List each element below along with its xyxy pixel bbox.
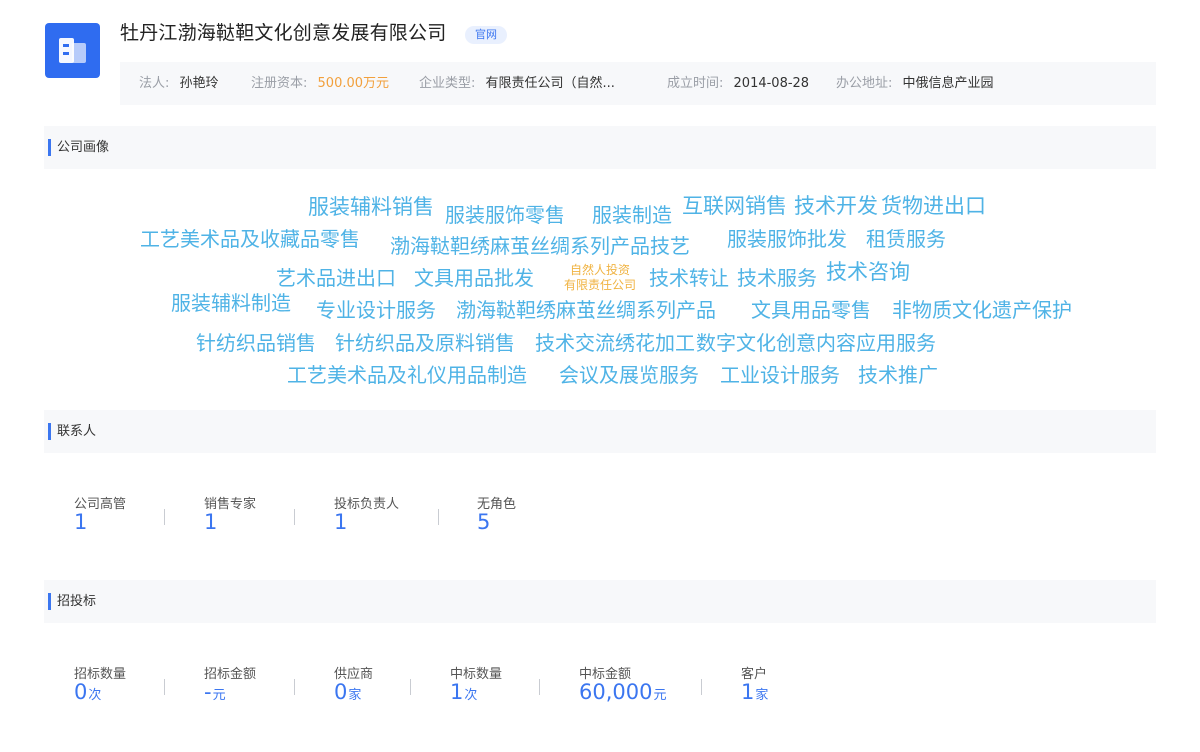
stat-value[interactable]: 0家 <box>334 680 361 704</box>
divider <box>294 679 295 695</box>
cloud-word[interactable]: 服装服饰批发 <box>727 223 847 252</box>
stat-value[interactable]: 5 <box>477 510 490 534</box>
section-bidding: 招投标 <box>44 580 1156 623</box>
stat-value[interactable]: -元 <box>204 680 226 704</box>
cloud-small-line2: 有限责任公司 <box>563 278 636 292</box>
cloud-word[interactable]: 技术服务 <box>737 262 817 291</box>
cloud-word[interactable]: 技术转让 <box>649 262 729 291</box>
address-label: 办公地址: <box>836 76 893 91</box>
stat-value[interactable]: 60,000元 <box>579 680 667 704</box>
founded-label: 成立时间: <box>667 76 724 91</box>
section-marker <box>48 593 51 610</box>
legal-person: 法人: 孙艳玲 <box>139 62 219 105</box>
stat-unit: 家 <box>348 688 362 703</box>
cloud-word[interactable]: 技术咨询 <box>826 256 910 286</box>
cloud-word[interactable]: 服装辅料销售 <box>308 191 434 221</box>
cloud-word[interactable]: 工艺美术品及收藏品零售 <box>140 223 360 252</box>
cloud-word[interactable]: 针纺织品销售 <box>196 327 316 356</box>
cloud-word[interactable]: 技术推广 <box>858 359 938 388</box>
cloud-word[interactable]: 会议及展览服务 <box>559 359 699 388</box>
stat-value[interactable]: 1 <box>334 510 347 534</box>
divider <box>438 509 439 525</box>
stat-value[interactable]: 1 <box>74 510 87 534</box>
stat-value[interactable]: 1家 <box>741 680 768 704</box>
cloud-word[interactable]: 工业设计服务 <box>720 359 840 388</box>
cloud-word[interactable]: 技术交流 <box>535 327 615 356</box>
cloud-word[interactable]: 数字文化创意内容应用服务 <box>696 327 936 356</box>
stat-unit: 次 <box>88 688 102 703</box>
stat-unit: 元 <box>212 688 226 703</box>
section-title: 招投标 <box>57 594 97 609</box>
stat-value[interactable]: 0次 <box>74 680 101 704</box>
registered-capital: 注册资本: 500.00万元 <box>251 62 389 105</box>
legal-person-value[interactable]: 孙艳玲 <box>180 76 219 91</box>
stat-unit: 次 <box>464 688 478 703</box>
cloud-word[interactable]: 专业设计服务 <box>316 294 436 323</box>
cloud-word[interactable]: 工艺美术品及礼仪用品制造 <box>287 359 527 388</box>
building-icon <box>59 38 86 63</box>
company-type-value: 有限责任公司（自然... <box>485 76 615 91</box>
company-name: 牡丹江渤海鞑靼文化创意发展有限公司 <box>120 22 447 44</box>
stat-value[interactable]: 1次 <box>450 680 477 704</box>
official-site-badge[interactable]: 官网 <box>465 26 507 44</box>
company-type: 企业类型: 有限责任公司（自然... <box>419 62 615 105</box>
section-marker <box>48 139 51 156</box>
capital-label: 注册资本: <box>251 76 308 91</box>
section-title: 公司画像 <box>57 140 110 155</box>
cloud-word[interactable]: 绣花加工 <box>615 327 695 356</box>
cloud-word[interactable]: 货物进出口 <box>881 190 986 220</box>
cloud-word[interactable]: 租赁服务 <box>866 223 946 252</box>
cloud-word[interactable]: 艺术品进出口 <box>276 262 396 291</box>
cloud-small-tag: 自然人投资 有限责任公司 <box>556 263 644 293</box>
cloud-small-line1: 自然人投资 <box>569 263 630 277</box>
stat-unit: 元 <box>653 688 667 703</box>
office-address: 办公地址: 中俄信息产业园 <box>836 62 994 105</box>
divider <box>701 679 702 695</box>
section-title: 联系人 <box>57 424 97 439</box>
cloud-word[interactable]: 服装辅料制造 <box>171 287 291 316</box>
capital-value: 500.00万元 <box>317 76 390 91</box>
divider <box>539 679 540 695</box>
address-value: 中俄信息产业园 <box>902 76 994 91</box>
cloud-word[interactable]: 技术开发 <box>794 190 878 220</box>
company-info-bar: 法人: 孙艳玲 注册资本: 500.00万元 企业类型: 有限责任公司（自然..… <box>120 62 1156 105</box>
cloud-word[interactable]: 服装制造 <box>592 199 672 228</box>
legal-person-label: 法人: <box>139 76 170 91</box>
divider <box>164 679 165 695</box>
cloud-word[interactable]: 渤海鞑靼绣麻茧丝绸系列产品 <box>456 294 716 323</box>
cloud-word[interactable]: 针纺织品及原料销售 <box>335 327 515 356</box>
company-type-label: 企业类型: <box>419 76 476 91</box>
cloud-word[interactable]: 服装服饰零售 <box>445 199 565 228</box>
cloud-word[interactable]: 文具用品批发 <box>414 262 534 291</box>
divider <box>410 679 411 695</box>
section-contacts: 联系人 <box>44 410 1156 453</box>
cloud-word[interactable]: 文具用品零售 <box>751 294 871 323</box>
company-logo <box>45 23 100 78</box>
stat-value[interactable]: 1 <box>204 510 217 534</box>
section-marker <box>48 423 51 440</box>
divider <box>294 509 295 525</box>
cloud-word[interactable]: 互联网销售 <box>682 190 787 220</box>
section-company-portrait: 公司画像 <box>44 126 1156 169</box>
founded-date: 成立时间: 2014-08-28 <box>667 62 809 105</box>
stat-unit: 家 <box>755 688 769 703</box>
divider <box>164 509 165 525</box>
founded-value: 2014-08-28 <box>733 76 810 91</box>
cloud-word[interactable]: 渤海鞑靼绣麻茧丝绸系列产品技艺 <box>390 230 690 259</box>
cloud-word[interactable]: 非物质文化遗产保护 <box>892 294 1072 323</box>
